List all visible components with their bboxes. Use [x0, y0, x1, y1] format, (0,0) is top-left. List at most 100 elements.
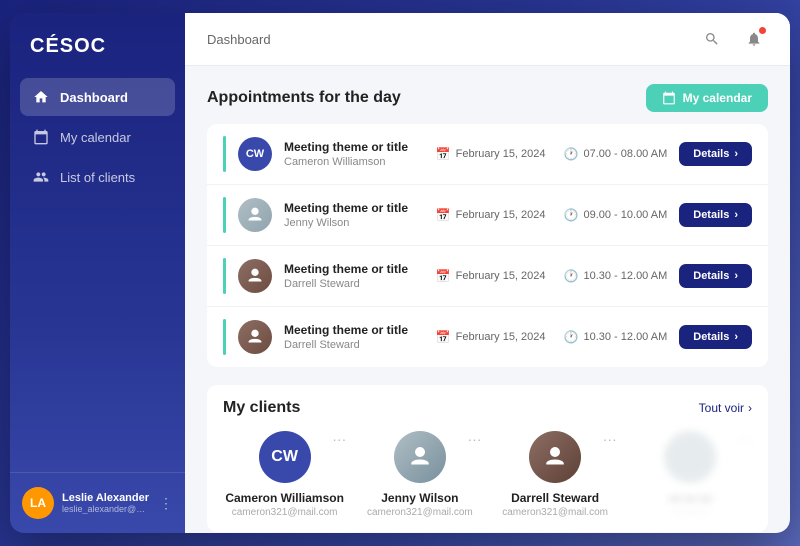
appt-title: Meeting theme or title [284, 262, 424, 276]
appt-date: 📅 February 15, 2024 [436, 208, 546, 222]
client-card-menu[interactable]: ··· [332, 431, 346, 447]
calendar-small-icon: 📅 [436, 269, 451, 283]
appt-title: Meeting theme or title [284, 323, 424, 337]
appointments-section: Appointments for the day My calendar CW [207, 84, 768, 367]
clients-header: My clients Tout voir › [223, 399, 752, 417]
client-email: cameron321@mail.com [502, 507, 608, 518]
appt-avatar: CW [238, 137, 272, 171]
appointment-row: CW Meeting theme or title Cameron Willia… [207, 124, 768, 185]
appt-title: Meeting theme or title [284, 201, 424, 215]
appt-title: Meeting theme or title [284, 140, 424, 154]
appointments-header: Appointments for the day My calendar [207, 84, 768, 112]
topbar-icons [698, 25, 768, 53]
client-card-blurred: ··· — — — — — — [629, 431, 752, 518]
notifications-button[interactable] [740, 25, 768, 53]
notification-dot [759, 27, 766, 34]
appt-time: 🕐 07.00 - 08.00 AM [564, 147, 668, 161]
client-avatar [529, 431, 581, 483]
appt-info: Meeting theme or title Cameron Williamso… [284, 140, 424, 168]
sidebar-footer: LA Leslie Alexander leslie_alexander@mai… [10, 472, 185, 533]
clients-section: My clients Tout voir › ··· CW Cameron Wi… [207, 385, 768, 532]
details-button[interactable]: Details › [679, 203, 752, 227]
my-calendar-button[interactable]: My calendar [646, 84, 768, 112]
appt-indicator [223, 136, 226, 172]
appt-date: 📅 February 15, 2024 [436, 147, 546, 161]
appointments-title: Appointments for the day [207, 89, 401, 107]
client-avatar [394, 431, 446, 483]
clock-icon: 🕐 [564, 330, 579, 344]
user-avatar: LA [22, 487, 54, 519]
clock-icon: 🕐 [564, 147, 579, 161]
appt-meta: 📅 February 15, 2024 🕐 10.30 - 12.00 AM [436, 269, 668, 283]
appt-time: 🕐 09.00 - 10.00 AM [564, 208, 668, 222]
sidebar-item-dashboard[interactable]: Dashboard [20, 78, 175, 116]
sidebar-nav: Dashboard My calendar List of clients [10, 78, 185, 472]
client-avatar-blurred [664, 431, 716, 483]
home-icon [32, 88, 50, 106]
topbar-title: Dashboard [207, 32, 271, 47]
client-email: cameron321@mail.com [232, 507, 338, 518]
client-card: ··· Darrell Steward cameron321@mail.com [494, 431, 617, 518]
client-card-menu[interactable]: ··· [603, 431, 617, 447]
calendar-small-icon: 📅 [436, 330, 451, 344]
sidebar-item-dashboard-label: Dashboard [60, 90, 128, 105]
appt-info: Meeting theme or title Jenny Wilson [284, 201, 424, 229]
client-name: Jenny Wilson [381, 491, 458, 505]
appt-indicator [223, 319, 226, 355]
app-container: CÉSOC Dashboard My calendar [10, 13, 790, 533]
appt-avatar [238, 198, 272, 232]
calendar-small-icon: 📅 [436, 208, 451, 222]
appt-avatar [238, 259, 272, 293]
main-content: Dashboard Appointme [185, 13, 790, 533]
app-logo: CÉSOC [10, 13, 185, 78]
details-button[interactable]: Details › [679, 142, 752, 166]
client-card-menu[interactable]: ··· [468, 431, 482, 447]
appt-time: 🕐 10.30 - 12.00 AM [564, 330, 668, 344]
users-icon [32, 168, 50, 186]
details-button[interactable]: Details › [679, 325, 752, 349]
details-button[interactable]: Details › [679, 264, 752, 288]
appt-client-name: Darrell Steward [284, 278, 424, 290]
appointments-list: CW Meeting theme or title Cameron Willia… [207, 124, 768, 367]
sidebar-item-clients[interactable]: List of clients [20, 158, 175, 196]
my-calendar-label: My calendar [683, 91, 752, 105]
appointment-row: Meeting theme or title Jenny Wilson 📅 Fe… [207, 185, 768, 246]
clock-icon: 🕐 [564, 208, 579, 222]
appt-meta: 📅 February 15, 2024 🕐 09.00 - 10.00 AM [436, 208, 668, 222]
sidebar-item-calendar[interactable]: My calendar [20, 118, 175, 156]
appointment-row: Meeting theme or title Darrell Steward 📅… [207, 307, 768, 367]
sidebar-item-clients-label: List of clients [60, 170, 135, 185]
appt-client-name: Jenny Wilson [284, 217, 424, 229]
appt-time: 🕐 10.30 - 12.00 AM [564, 269, 668, 283]
search-button[interactable] [698, 25, 726, 53]
calendar-icon [32, 128, 50, 146]
clock-icon: 🕐 [564, 269, 579, 283]
topbar: Dashboard [185, 13, 790, 66]
appt-indicator [223, 258, 226, 294]
user-email: leslie_alexander@mail.com [62, 504, 151, 514]
calendar-small-icon: 📅 [436, 147, 451, 161]
user-menu-icon[interactable]: ⋮ [159, 495, 173, 512]
appt-date: 📅 February 15, 2024 [436, 269, 546, 283]
tout-voir-button[interactable]: Tout voir › [699, 401, 752, 415]
appt-info: Meeting theme or title Darrell Steward [284, 262, 424, 290]
appointment-row: Meeting theme or title Darrell Steward 📅… [207, 246, 768, 307]
client-name: Cameron Williamson [225, 491, 344, 505]
client-name-blurred: — — — [669, 491, 712, 505]
appt-date: 📅 February 15, 2024 [436, 330, 546, 344]
sidebar-item-calendar-label: My calendar [60, 130, 131, 145]
appt-avatar [238, 320, 272, 354]
appt-indicator [223, 197, 226, 233]
client-email: cameron321@mail.com [367, 507, 473, 518]
client-avatar: CW [259, 431, 311, 483]
content-area: Appointments for the day My calendar CW [185, 66, 790, 533]
appt-client-name: Darrell Steward [284, 339, 424, 351]
client-card: ··· Jenny Wilson cameron321@mail.com [358, 431, 481, 518]
clients-title: My clients [223, 399, 300, 417]
client-name: Darrell Steward [511, 491, 599, 505]
appt-info: Meeting theme or title Darrell Steward [284, 323, 424, 351]
appt-client-name: Cameron Williamson [284, 156, 424, 168]
client-card-menu: ··· [738, 431, 752, 447]
clients-grid: ··· CW Cameron Williamson cameron321@mai… [223, 431, 752, 518]
client-email-blurred: — — — [673, 507, 709, 518]
